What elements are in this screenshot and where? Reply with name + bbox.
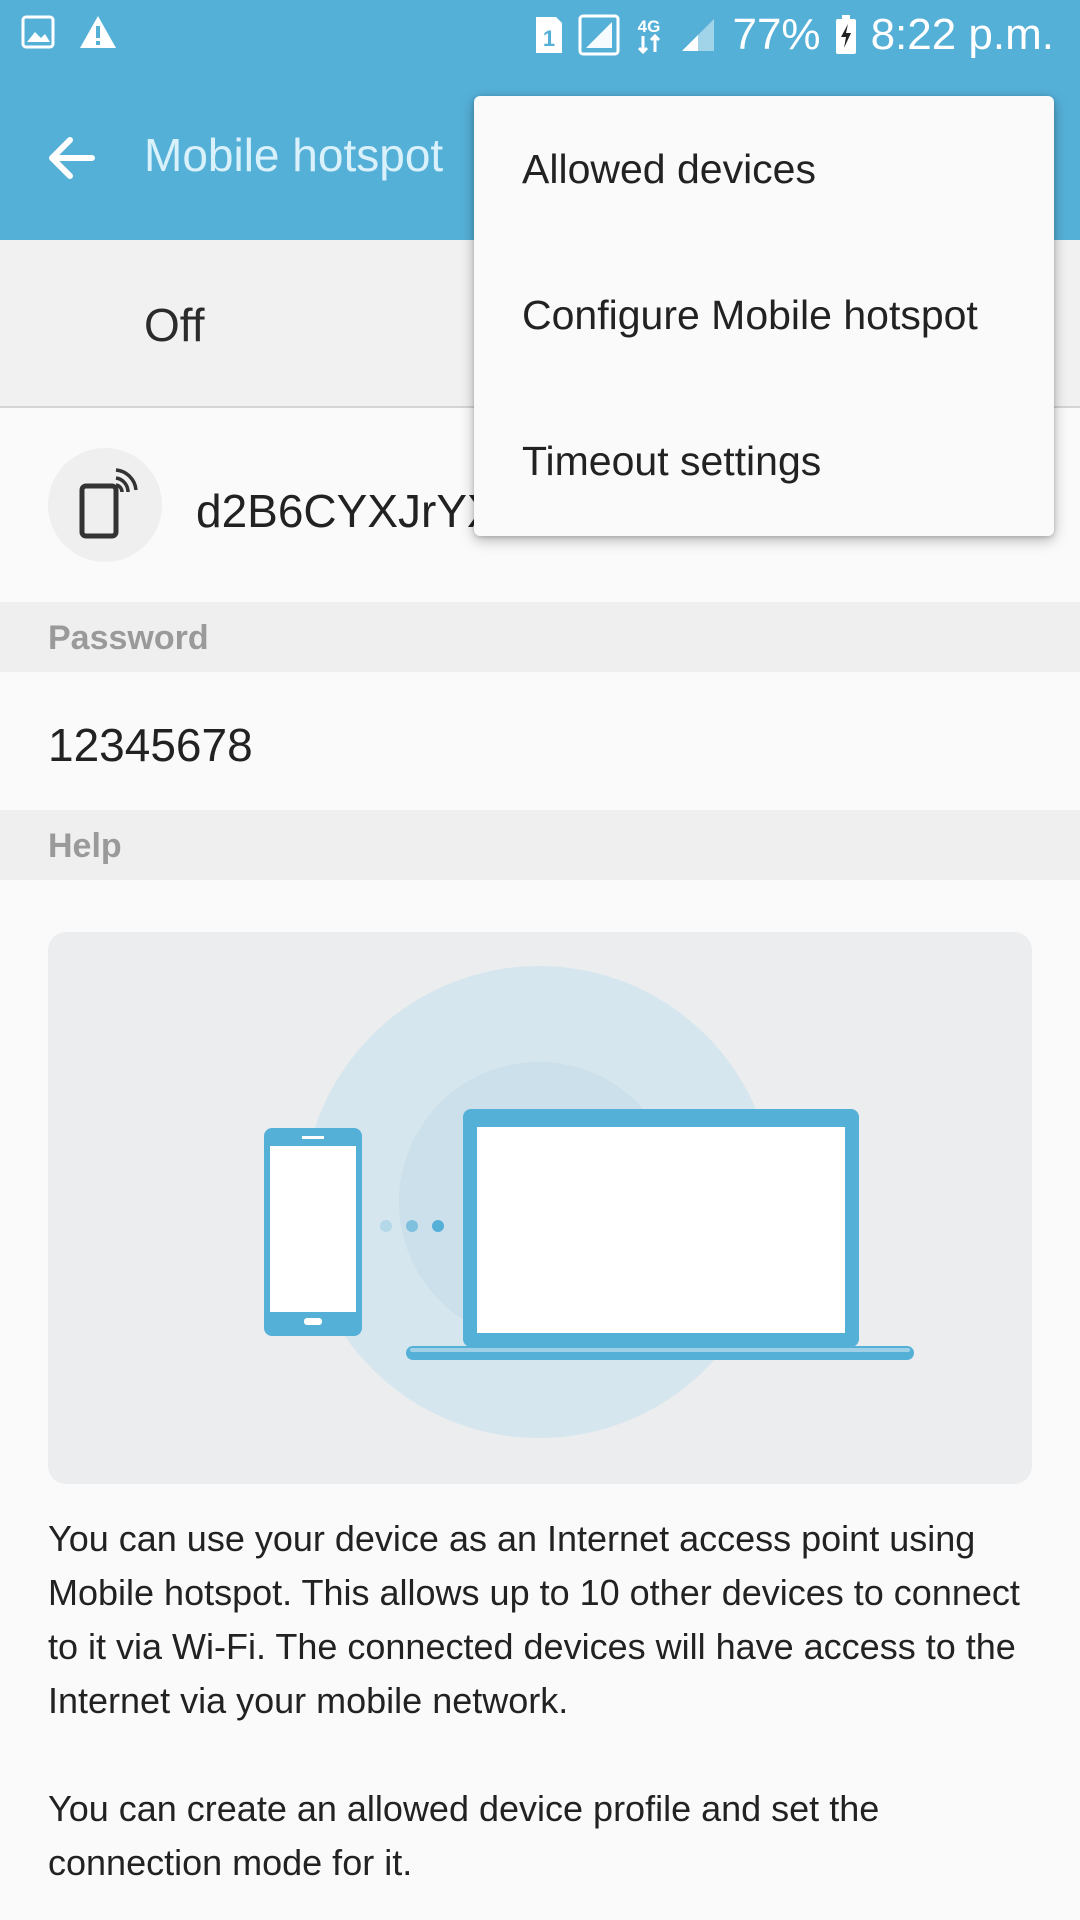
battery-percent: 77% [732,10,821,59]
help-paragraph-2: You can create an allowed device profile… [48,1788,880,1883]
overflow-menu: Allowed devices Configure Mobile hotspot… [474,96,1054,536]
menu-item-timeout-settings[interactable]: Timeout settings [474,388,1054,534]
svg-text:4G: 4G [638,17,661,36]
hotspot-phone-icon [48,448,162,562]
phone-laptop-connection-illustration [48,932,1032,1484]
gallery-icon [20,14,56,50]
help-header-label: Help [48,827,122,865]
menu-item-label: Timeout settings [522,438,822,484]
clock: 8:22 p.m. [870,10,1054,59]
switch-label: Off [144,299,205,351]
arrow-left-icon [49,137,95,179]
password-section-header: Password [0,602,1080,672]
signal-icon [578,14,620,56]
4g-data-icon: 4G [634,14,664,56]
network-name: d2B6CYXJrYX [196,485,498,537]
sim-1-icon: 1 [534,15,564,55]
menu-item-label: Configure Mobile hotspot [522,292,978,338]
password-value: 12345678 [48,719,253,771]
menu-item-configure-hotspot[interactable]: Configure Mobile hotspot [474,242,1054,388]
status-bar: 1 4G 77% 8:22 p.m. [0,0,1080,76]
help-paragraph-1: You can use your device as an Internet a… [48,1518,1020,1721]
menu-item-label: Allowed devices [522,146,816,192]
page-title: Mobile hotspot [144,129,444,181]
battery-charging-icon [835,15,857,55]
back-button[interactable] [40,126,104,190]
warning-icon [78,14,118,50]
menu-item-allowed-devices[interactable]: Allowed devices [474,96,1054,242]
signal-weak-icon [678,15,718,55]
svg-text:1: 1 [543,26,555,51]
password-row[interactable]: 12345678 [0,672,1080,810]
password-header-label: Password [48,619,209,657]
help-section-header: Help [0,810,1080,880]
